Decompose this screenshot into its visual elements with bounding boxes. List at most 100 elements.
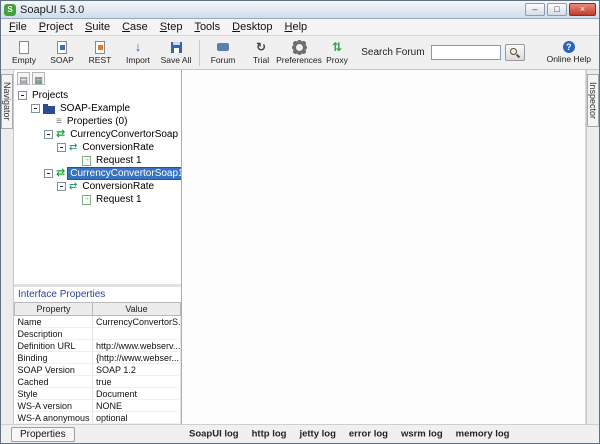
property-row-ws-a-version[interactable]: WS-A versionNONE bbox=[15, 400, 181, 412]
menu-suite[interactable]: Suite bbox=[79, 20, 116, 34]
property-value-cell[interactable]: http://www.webserv... bbox=[93, 340, 181, 352]
tree-toggle-icon[interactable] bbox=[44, 169, 53, 178]
import-button[interactable]: Import bbox=[119, 37, 157, 69]
property-name-cell: WS-A version bbox=[15, 400, 93, 412]
tree-node-label: Projects bbox=[30, 90, 70, 101]
maximize-button[interactable]: □ bbox=[547, 3, 567, 16]
property-row-description[interactable]: Description bbox=[15, 328, 181, 340]
navigator-tool-button-2[interactable] bbox=[32, 72, 45, 85]
tree-node-currencyconvertorsoap12[interactable]: CurrencyConvertorSoap12 bbox=[14, 167, 181, 180]
log-tab-error-log[interactable]: error log bbox=[349, 429, 388, 440]
property-value-cell[interactable]: SOAP 1.2 bbox=[93, 364, 181, 376]
forum-icon bbox=[217, 43, 229, 51]
tree-node-conversionrate[interactable]: ConversionRate bbox=[14, 180, 181, 193]
tree-toggle-icon[interactable] bbox=[57, 143, 66, 152]
tree-toggle-icon[interactable] bbox=[44, 130, 53, 139]
toolbar-button-label: Trial bbox=[253, 55, 269, 65]
log-tab-jetty-log[interactable]: jetty log bbox=[299, 429, 335, 440]
menu-desktop[interactable]: Desktop bbox=[226, 20, 278, 34]
trial-button[interactable]: Trial bbox=[242, 37, 280, 69]
property-row-definition-url[interactable]: Definition URLhttp://www.webserv... bbox=[15, 340, 181, 352]
statusbar: Properties SoapUI log http log jetty log er… bbox=[1, 424, 599, 443]
import-project-icon bbox=[135, 38, 142, 56]
property-row-ws-a-anonymous[interactable]: WS-A anonymousoptional bbox=[15, 412, 181, 424]
property-value-cell[interactable]: Document bbox=[93, 388, 181, 400]
save-all-button[interactable]: Save All bbox=[157, 37, 195, 69]
soapui-window: SoapUI 5.3.0 – □ × FileProjectSuiteCaseS… bbox=[0, 0, 600, 444]
property-name-cell: Cached bbox=[15, 376, 93, 388]
property-row-cached[interactable]: Cachedtrue bbox=[15, 376, 181, 388]
search-icon bbox=[509, 47, 520, 58]
tree-node-label: SOAP-Example bbox=[58, 103, 132, 114]
menu-case[interactable]: Case bbox=[116, 20, 154, 34]
request-icon bbox=[82, 156, 91, 166]
menu-project[interactable]: Project bbox=[33, 20, 79, 34]
forum-button[interactable]: Forum bbox=[204, 37, 242, 69]
window-controls: – □ × bbox=[525, 3, 596, 16]
tree-node-request-1[interactable]: Request 1 bbox=[14, 193, 181, 206]
tree-node-conversionrate[interactable]: ConversionRate bbox=[14, 141, 181, 154]
menu-help[interactable]: Help bbox=[279, 20, 314, 34]
save-all-icon bbox=[171, 40, 182, 54]
menubar: FileProjectSuiteCaseStepToolsDesktopHelp bbox=[1, 19, 599, 36]
rest-button[interactable]: REST bbox=[81, 37, 119, 69]
close-button[interactable]: × bbox=[569, 3, 596, 16]
properties-icon bbox=[56, 117, 62, 127]
minimize-button[interactable]: – bbox=[525, 3, 545, 16]
search-forum-label: Search Forum bbox=[361, 47, 424, 58]
property-value-cell[interactable] bbox=[93, 328, 181, 340]
properties-column-header: Property bbox=[15, 303, 93, 316]
property-row-style[interactable]: StyleDocument bbox=[15, 388, 181, 400]
proxy-button[interactable]: Proxy bbox=[318, 37, 356, 69]
menu-tools[interactable]: Tools bbox=[188, 20, 226, 34]
property-row-name[interactable]: NameCurrencyConvertorS... bbox=[15, 316, 181, 328]
tree-node-currencyconvertorsoap[interactable]: CurrencyConvertorSoap bbox=[14, 128, 181, 141]
search-forum-input[interactable] bbox=[431, 45, 501, 60]
navigator-tab[interactable]: Navigator bbox=[1, 74, 13, 129]
empty-project-icon bbox=[19, 41, 29, 54]
log-tab-soapui-log[interactable]: SoapUI log bbox=[189, 429, 239, 440]
property-value-cell[interactable]: {http://www.webser... bbox=[93, 352, 181, 364]
titlebar[interactable]: SoapUI 5.3.0 – □ × bbox=[1, 1, 599, 19]
soap-project-icon bbox=[57, 41, 67, 54]
tree-toggle-icon[interactable] bbox=[31, 104, 40, 113]
tree-mode-icon bbox=[34, 70, 43, 88]
tree-node-projects[interactable]: Projects bbox=[14, 89, 181, 102]
log-tab-wsrm-log[interactable]: wsrm log bbox=[401, 429, 443, 440]
property-name-cell: Description bbox=[15, 328, 93, 340]
online-help-button[interactable]: Online Help bbox=[547, 41, 591, 64]
property-value-cell[interactable]: CurrencyConvertorS... bbox=[93, 316, 181, 328]
property-value-cell[interactable]: NONE bbox=[93, 400, 181, 412]
operation-icon bbox=[69, 143, 77, 153]
property-value-cell[interactable]: true bbox=[93, 376, 181, 388]
navigator-tool-button-1[interactable] bbox=[17, 72, 30, 85]
tree-node-soap-example[interactable]: SOAP-Example bbox=[14, 102, 181, 115]
import-project-icon bbox=[135, 40, 142, 54]
tree-node-request-1[interactable]: Request 1 bbox=[14, 154, 181, 167]
properties-tab-button[interactable]: Properties bbox=[11, 427, 75, 442]
menu-step[interactable]: Step bbox=[154, 20, 189, 34]
tree-node-label: Properties (0) bbox=[65, 116, 130, 127]
toolbar-button-label: SOAP bbox=[50, 55, 74, 65]
tree-node-label: ConversionRate bbox=[80, 181, 156, 192]
empty-button[interactable]: Empty bbox=[5, 37, 43, 69]
preferences-button[interactable]: Preferences bbox=[280, 37, 318, 69]
toolbar-button-label: REST bbox=[89, 55, 112, 65]
property-value-cell[interactable]: optional bbox=[93, 412, 181, 424]
search-forum-button[interactable] bbox=[505, 44, 525, 61]
tree-node-label: CurrencyConvertorSoap bbox=[68, 129, 180, 140]
log-tab-memory-log[interactable]: memory log bbox=[456, 429, 510, 440]
folder-icon bbox=[43, 106, 55, 114]
proxy-icon bbox=[332, 40, 342, 54]
tree-toggle-icon[interactable] bbox=[18, 91, 27, 100]
log-tab-http-log[interactable]: http log bbox=[252, 429, 287, 440]
tree-toggle-icon[interactable] bbox=[57, 182, 66, 191]
soap-button[interactable]: SOAP bbox=[43, 37, 81, 69]
inspector-tab[interactable]: Inspector bbox=[587, 74, 599, 127]
toolbar-button-label: Empty bbox=[12, 55, 36, 65]
tree-node-label: Request 1 bbox=[94, 155, 144, 166]
property-row-binding[interactable]: Binding{http://www.webser... bbox=[15, 352, 181, 364]
tree-node-properties-0-[interactable]: Properties (0) bbox=[14, 115, 181, 128]
menu-file[interactable]: File bbox=[3, 20, 33, 34]
property-row-soap-version[interactable]: SOAP VersionSOAP 1.2 bbox=[15, 364, 181, 376]
